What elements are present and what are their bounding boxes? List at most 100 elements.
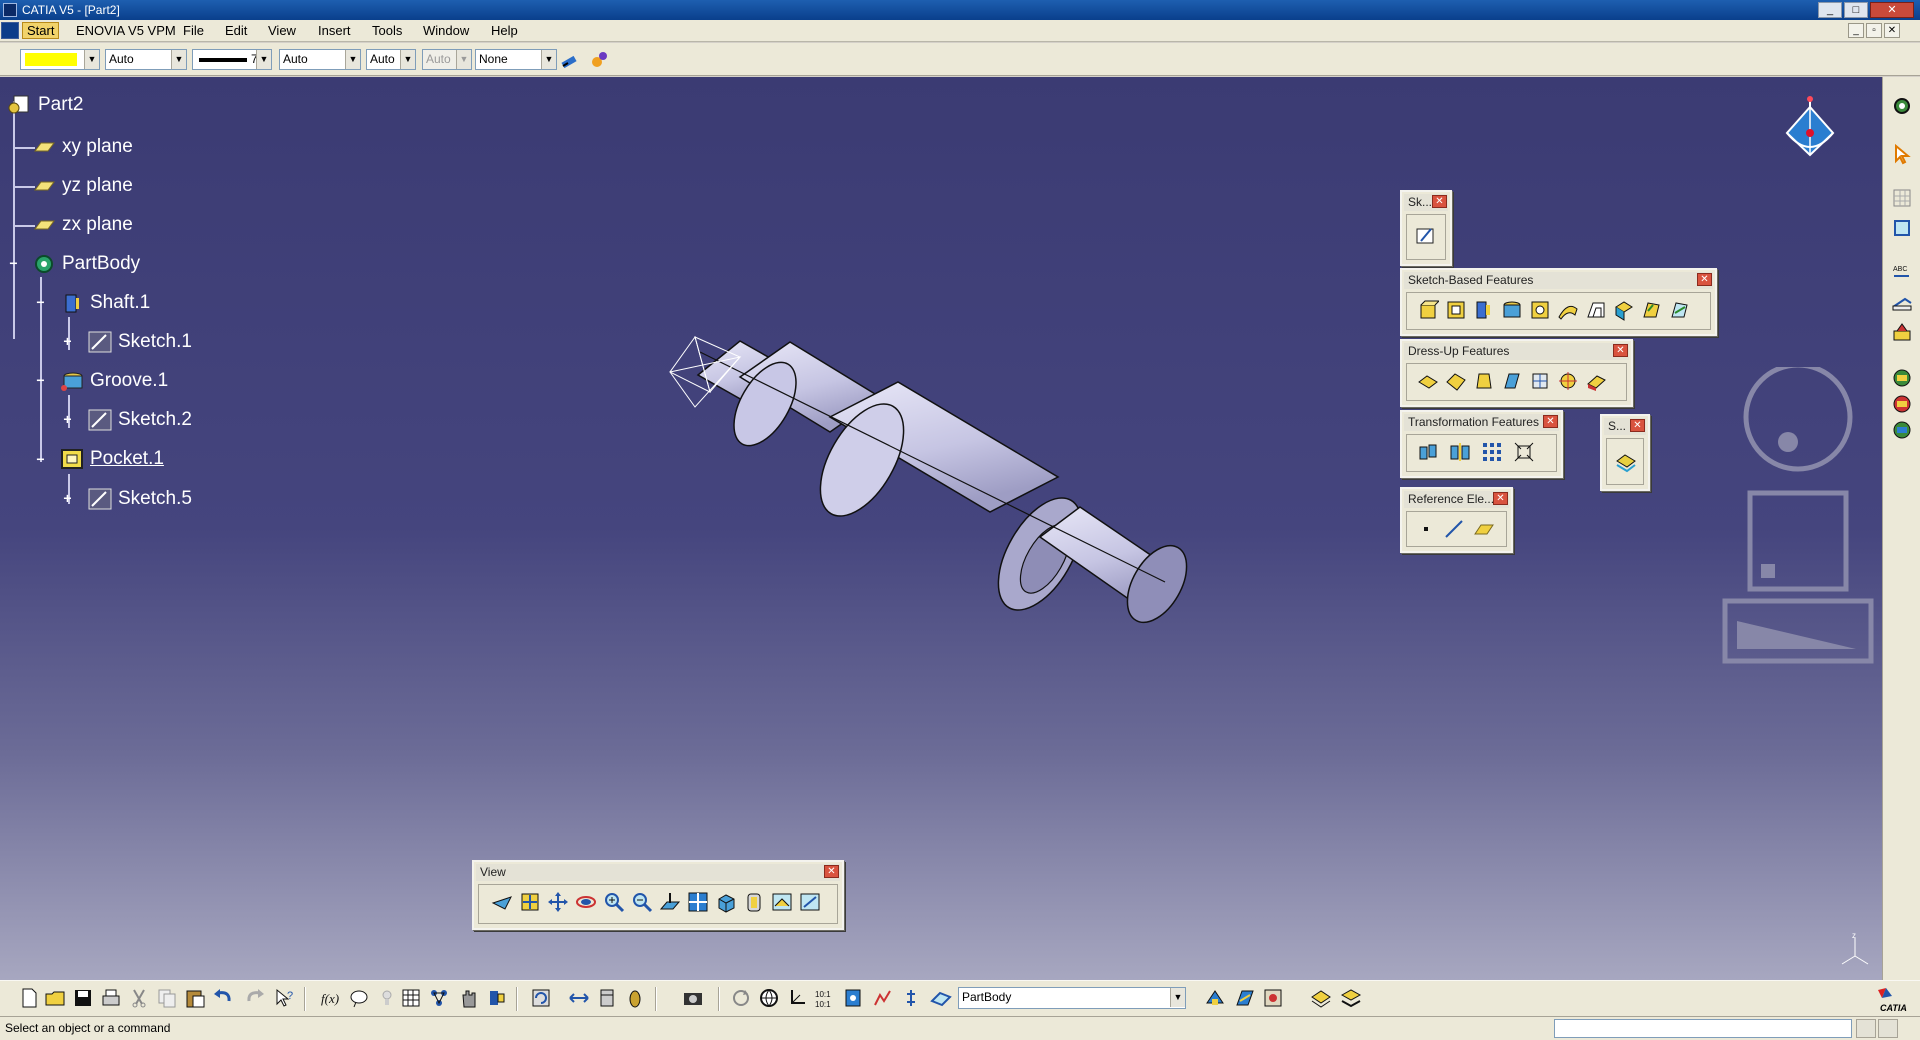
- collapse-icon[interactable]: −: [34, 452, 47, 466]
- sew-surface-icon[interactable]: [1615, 451, 1637, 473]
- insert-body-icon[interactable]: [1310, 987, 1332, 1009]
- draft-icon[interactable]: [1473, 370, 1495, 392]
- close-icon[interactable]: ✕: [1697, 273, 1712, 286]
- menu-edit[interactable]: Edit: [225, 23, 247, 38]
- remove-face-icon[interactable]: [1585, 370, 1607, 392]
- globe-icon[interactable]: [758, 987, 780, 1009]
- fly-mode-icon[interactable]: [491, 891, 513, 913]
- shaft-part-3d[interactable]: [640, 297, 1200, 737]
- whats-this-icon[interactable]: ?: [274, 987, 296, 1009]
- tools-palette-icon[interactable]: [1262, 987, 1284, 1009]
- pad-icon[interactable]: [1417, 299, 1439, 321]
- update-icon[interactable]: [530, 987, 552, 1009]
- new-file-icon[interactable]: [18, 987, 40, 1009]
- zoom-in-icon[interactable]: [603, 891, 625, 913]
- hole-icon[interactable]: [1529, 299, 1551, 321]
- measure-inertia-icon[interactable]: [624, 987, 646, 1009]
- menu-window[interactable]: Window: [423, 23, 469, 38]
- analysis-thickness-icon[interactable]: [1891, 419, 1913, 441]
- start-icon[interactable]: [1, 22, 19, 39]
- collapse-icon[interactable]: −: [34, 295, 47, 309]
- print-icon[interactable]: [100, 987, 122, 1009]
- axis-icon[interactable]: [786, 987, 808, 1009]
- stiffener-icon[interactable]: [1613, 299, 1635, 321]
- menu-insert[interactable]: Insert: [318, 23, 351, 38]
- status-button[interactable]: [1856, 1019, 1876, 1038]
- mdi-close-button[interactable]: ✕: [1884, 23, 1900, 38]
- undo-icon[interactable]: [212, 987, 234, 1009]
- line-weight-select[interactable]: 7 ▼: [192, 49, 272, 70]
- formula-icon[interactable]: f(x): [320, 987, 342, 1009]
- translation-icon[interactable]: [1417, 441, 1439, 463]
- properties-brush-icon[interactable]: [588, 51, 610, 69]
- slot-icon[interactable]: [1585, 299, 1607, 321]
- close-icon[interactable]: ✕: [1543, 415, 1558, 428]
- navigation-circle-icon[interactable]: [1718, 367, 1878, 667]
- measure-between-icon[interactable]: [568, 987, 590, 1009]
- select-arrow-icon[interactable]: [1891, 143, 1913, 165]
- catalog-icon[interactable]: [428, 987, 450, 1009]
- shading-icon[interactable]: [743, 891, 765, 913]
- save-icon[interactable]: [72, 987, 94, 1009]
- status-button[interactable]: [1878, 1019, 1898, 1038]
- open-folder-icon[interactable]: [44, 987, 66, 1009]
- minimize-button[interactable]: _: [1818, 2, 1842, 18]
- compass-icon[interactable]: [1775, 93, 1845, 173]
- menu-start[interactable]: Start: [22, 22, 60, 39]
- fillet-icon[interactable]: [1417, 370, 1439, 392]
- mirror-icon[interactable]: [1449, 441, 1471, 463]
- thread-icon[interactable]: [1557, 370, 1579, 392]
- rib-icon[interactable]: [1557, 299, 1579, 321]
- close-icon[interactable]: ✕: [1613, 344, 1628, 357]
- close-icon[interactable]: ✕: [1493, 492, 1508, 505]
- collapse-icon[interactable]: −: [7, 256, 20, 270]
- surface-analysis-icon[interactable]: [1234, 987, 1256, 1009]
- pocket-tool-icon[interactable]: [1445, 299, 1467, 321]
- line-type-select[interactable]: Auto ▼: [279, 49, 361, 70]
- sketch-tool-icon[interactable]: [1415, 225, 1437, 247]
- fit-all-icon[interactable]: [519, 891, 541, 913]
- measure-item-icon[interactable]: [596, 987, 618, 1009]
- scale-ratio-icon[interactable]: 10:110:1: [814, 987, 836, 1009]
- normal-view-icon[interactable]: [659, 891, 681, 913]
- knowledge-icon[interactable]: [348, 987, 370, 1009]
- menu-help[interactable]: Help: [491, 23, 518, 38]
- iso-view-icon[interactable]: [715, 891, 737, 913]
- show-constraints-icon[interactable]: [872, 987, 894, 1009]
- pan-icon[interactable]: [547, 891, 569, 913]
- analysis-draft-icon[interactable]: [1891, 367, 1913, 389]
- mdi-restore-button[interactable]: ▫: [1866, 23, 1882, 38]
- sketch-grid-icon[interactable]: [1891, 187, 1913, 209]
- point-icon[interactable]: [1415, 518, 1437, 540]
- multi-view-icon[interactable]: [687, 891, 709, 913]
- painter-icon[interactable]: [560, 51, 582, 69]
- close-icon[interactable]: ✕: [824, 865, 839, 878]
- copy-icon[interactable]: [156, 987, 178, 1009]
- swap-visible-space-icon[interactable]: [799, 891, 821, 913]
- dimension-icon[interactable]: [900, 987, 922, 1009]
- measure-icon[interactable]: [1891, 291, 1913, 313]
- groove-tool-icon[interactable]: [1501, 299, 1523, 321]
- loft-icon[interactable]: [1641, 299, 1663, 321]
- expand-icon[interactable]: +: [61, 491, 74, 505]
- pattern-icon[interactable]: [1481, 441, 1503, 463]
- boolean-icon[interactable]: [1340, 987, 1362, 1009]
- current-body-select[interactable]: PartBody ▼: [958, 987, 1186, 1009]
- hide-show-icon[interactable]: [771, 891, 793, 913]
- multi-section-icon[interactable]: [1669, 299, 1691, 321]
- rotate-icon[interactable]: [575, 891, 597, 913]
- text-abc-icon[interactable]: ABC: [1891, 261, 1913, 283]
- analysis-curvature-icon[interactable]: [1891, 393, 1913, 415]
- lamp-icon[interactable]: [376, 987, 398, 1009]
- menu-enovia[interactable]: ENOVIA V5 VPM: [76, 23, 176, 38]
- cut-icon[interactable]: [128, 987, 150, 1009]
- point-type-select[interactable]: Auto ▼: [366, 49, 416, 70]
- constraint-icon[interactable]: [1891, 217, 1913, 239]
- expand-icon[interactable]: +: [61, 412, 74, 426]
- menu-file[interactable]: File: [183, 23, 204, 38]
- paste-icon[interactable]: [184, 987, 206, 1009]
- refresh-icon[interactable]: [730, 987, 752, 1009]
- gear-icon[interactable]: [1891, 95, 1913, 117]
- redo-icon[interactable]: [244, 987, 266, 1009]
- design-table-icon[interactable]: [400, 987, 422, 1009]
